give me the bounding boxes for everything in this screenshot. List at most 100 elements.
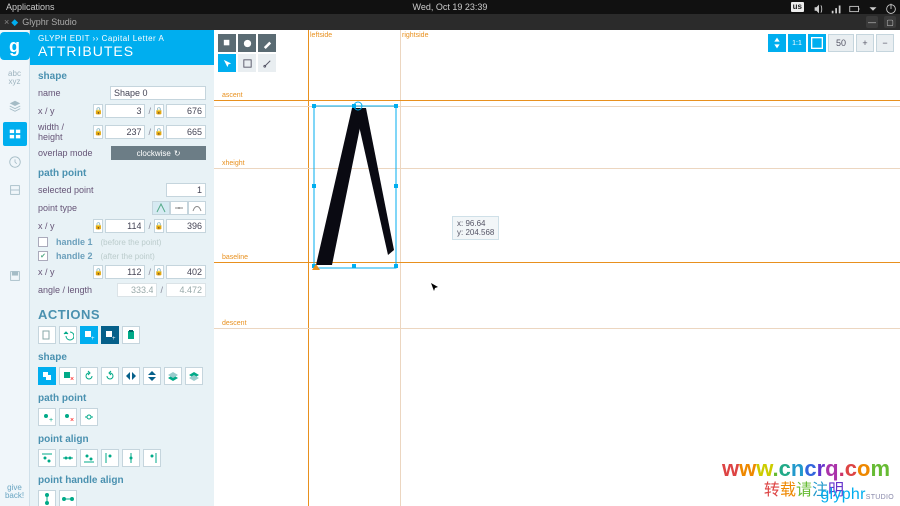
handle2-x-input[interactable] xyxy=(105,265,145,279)
selected-point-input[interactable] xyxy=(166,183,206,197)
shape-h-input[interactable] xyxy=(166,125,206,139)
label-point-type: point type xyxy=(38,203,108,213)
action-add-component-icon[interactable]: + xyxy=(101,326,119,344)
handle2-checkbox[interactable]: ✔ xyxy=(38,251,48,261)
maximize-icon[interactable]: ▢ xyxy=(884,16,896,28)
breadcrumb[interactable]: GLYPH EDIT ›› Capital Letter A xyxy=(38,34,206,43)
chevron-down-icon[interactable] xyxy=(866,2,876,12)
action-add-shape-icon[interactable]: + xyxy=(80,326,98,344)
volume-icon[interactable] xyxy=(812,2,822,12)
point-type-corner-icon[interactable] xyxy=(152,201,170,215)
shape-duplicate-icon[interactable] xyxy=(38,367,56,385)
align-top-icon[interactable] xyxy=(38,449,56,467)
rail-guides-icon[interactable] xyxy=(3,178,27,202)
rail-abc-icon[interactable]: abcxyz xyxy=(3,66,27,90)
action-undo-icon[interactable] xyxy=(59,326,77,344)
handle-align-h-icon[interactable] xyxy=(59,490,77,506)
shape-fliph-icon[interactable] xyxy=(122,367,140,385)
rail-layers-icon[interactable] xyxy=(3,94,27,118)
tool-pen-icon[interactable] xyxy=(258,34,276,52)
lang-indicator-icon[interactable]: us xyxy=(791,2,804,12)
handle-align-v-icon[interactable] xyxy=(38,490,56,506)
label-baseline: baseline xyxy=(222,254,248,261)
lock-x-icon[interactable]: 🔒 xyxy=(93,104,103,118)
left-rail: g abcxyz give back! xyxy=(0,30,30,506)
label-angle-length: angle / length xyxy=(38,285,108,295)
zoom-value[interactable]: 50 xyxy=(828,34,854,52)
shape-rotright-icon[interactable] xyxy=(101,367,119,385)
handle2-label: handle 2 xyxy=(56,251,93,261)
rail-save-icon[interactable] xyxy=(3,264,27,288)
shape-x-input[interactable] xyxy=(105,104,145,118)
menu-applications[interactable]: Applications xyxy=(6,2,55,12)
point-add-icon[interactable]: + xyxy=(38,408,56,426)
shape-name-input[interactable] xyxy=(110,86,206,100)
lock-h2x-icon[interactable]: 🔒 xyxy=(93,265,103,279)
zoom-fit-icon[interactable] xyxy=(768,34,786,52)
lock-h2y-icon[interactable]: 🔒 xyxy=(154,265,164,279)
label-descent: descent xyxy=(222,320,247,327)
lock-h-icon[interactable]: 🔒 xyxy=(154,125,164,139)
battery-icon[interactable] xyxy=(848,2,858,12)
handle2-row[interactable]: ✔ handle 2 (after the point) xyxy=(30,249,214,263)
zoom-out-icon[interactable]: − xyxy=(876,34,894,52)
shape-flipv-icon[interactable] xyxy=(143,367,161,385)
brand-logo: glyphrSTUDIO xyxy=(820,486,894,504)
point-type-flat-icon[interactable] xyxy=(170,201,188,215)
tool-arrow-icon[interactable] xyxy=(218,54,236,72)
action-paste-icon[interactable] xyxy=(122,326,140,344)
align-mid-icon[interactable] xyxy=(59,449,77,467)
give-back-link[interactable]: give back! xyxy=(5,480,24,506)
glyph-shape[interactable] xyxy=(308,100,428,280)
lock-py-icon[interactable]: 🔒 xyxy=(154,219,164,233)
label-xy: x / y xyxy=(38,106,89,116)
window-tab[interactable]: ◆ Glyphr Studio xyxy=(11,17,76,28)
point-reset-icon[interactable] xyxy=(80,408,98,426)
app-logo-icon[interactable]: g xyxy=(0,32,30,60)
shape-y-input[interactable] xyxy=(166,104,206,118)
point-y-input[interactable] xyxy=(166,219,206,233)
lock-y-icon[interactable]: 🔒 xyxy=(154,104,164,118)
view-toolbar: 1:1 50 + − xyxy=(768,34,894,52)
rail-attributes-icon[interactable] xyxy=(3,122,27,146)
zoom-em-icon[interactable] xyxy=(808,34,826,52)
handle1-row[interactable]: handle 1 (before the point) xyxy=(30,235,214,249)
point-x-input[interactable] xyxy=(105,219,145,233)
handle2-angle xyxy=(117,283,157,297)
action-copy-icon[interactable] xyxy=(38,326,56,344)
shape-delete-icon[interactable]: × xyxy=(59,367,77,385)
shape-rotleft-icon[interactable] xyxy=(80,367,98,385)
tool-pen-edit-icon[interactable] xyxy=(258,54,276,72)
lock-px-icon[interactable]: 🔒 xyxy=(93,219,103,233)
signal-icon[interactable] xyxy=(830,2,840,12)
power-icon[interactable] xyxy=(884,2,894,12)
rail-history-icon[interactable] xyxy=(3,150,27,174)
label-selected-point: selected point xyxy=(38,185,108,195)
shape-back-icon[interactable] xyxy=(185,367,203,385)
overlap-mode-button[interactable]: clockwise ↻ xyxy=(111,146,206,160)
handle1-checkbox[interactable] xyxy=(38,237,48,247)
svg-text:×: × xyxy=(70,376,74,382)
zoom-1to1-icon[interactable]: 1:1 xyxy=(788,34,806,52)
align-bot-icon[interactable] xyxy=(80,449,98,467)
tool-add-oval-icon[interactable] xyxy=(238,34,256,52)
tool-add-rect-icon[interactable] xyxy=(218,34,236,52)
actions-top-row: + + xyxy=(30,324,214,346)
zoom-in-icon[interactable]: + xyxy=(856,34,874,52)
shape-w-input[interactable] xyxy=(105,125,145,139)
shape-front-icon[interactable] xyxy=(164,367,182,385)
minimize-icon[interactable]: — xyxy=(866,16,878,28)
align-center-icon[interactable] xyxy=(122,449,140,467)
lock-w-icon[interactable]: 🔒 xyxy=(93,125,103,139)
label-handle2-xy: x / y xyxy=(38,267,89,277)
handle1-hint: (before the point) xyxy=(101,238,162,247)
actions-pathpoint-heading: path point xyxy=(30,387,214,406)
actions-heading: ACTIONS xyxy=(30,299,214,324)
handle2-y-input[interactable] xyxy=(166,265,206,279)
glyph-canvas[interactable]: ascent xheight baseline descent leftside… xyxy=(214,30,900,506)
align-right-icon[interactable] xyxy=(143,449,161,467)
align-left-icon[interactable] xyxy=(101,449,119,467)
point-type-symmetric-icon[interactable] xyxy=(188,201,206,215)
point-delete-icon[interactable]: × xyxy=(59,408,77,426)
tool-resize-icon[interactable] xyxy=(238,54,256,72)
